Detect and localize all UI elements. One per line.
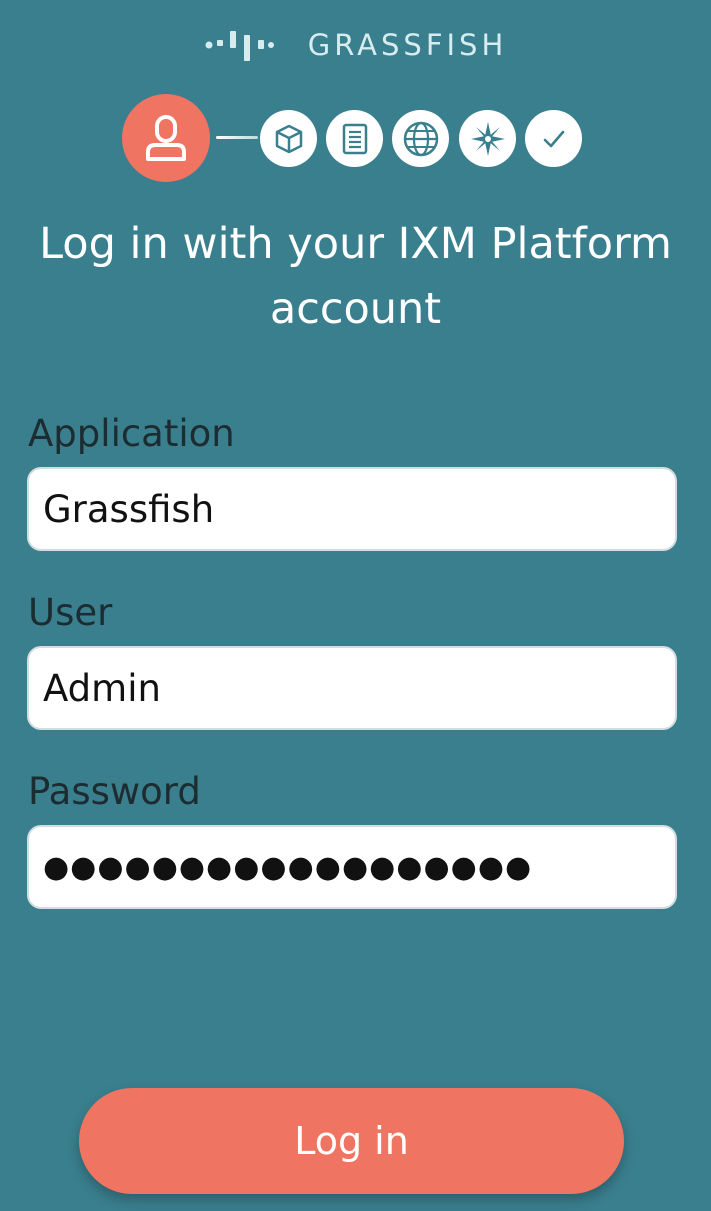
document-icon [342, 123, 367, 154]
setup-stepper [0, 94, 711, 184]
page-title: Log in with your IXM Platform account [39, 219, 672, 334]
brand-logo: GRASSFISH [0, 28, 711, 62]
step-globe [392, 110, 449, 167]
brand-name: GRASSFISH [307, 28, 508, 62]
password-input[interactable] [27, 825, 677, 909]
step-sparkle [459, 110, 516, 167]
checkmark-icon [543, 130, 564, 147]
user-label: User [28, 591, 113, 634]
application-label: Application [28, 412, 235, 455]
step-box [260, 110, 317, 167]
grassfish-logo-icon [205, 31, 274, 61]
application-input[interactable] [27, 467, 677, 551]
user-input[interactable] [27, 646, 677, 730]
sparkle-icon [470, 121, 505, 156]
login-button[interactable]: Log in [79, 1088, 624, 1194]
password-label: Password [28, 770, 201, 813]
globe-icon [403, 121, 438, 156]
step-connector [216, 136, 258, 139]
box-icon [275, 124, 302, 153]
user-icon [146, 115, 186, 161]
step-document [326, 110, 383, 167]
step-done [525, 110, 582, 167]
step-user [122, 94, 210, 182]
